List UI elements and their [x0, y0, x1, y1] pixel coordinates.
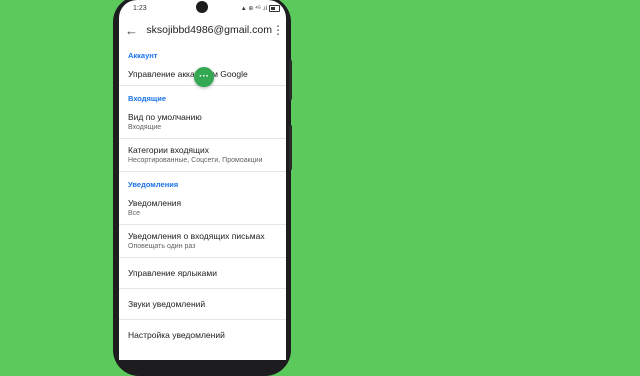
setting-manage-labels[interactable]: Управление ярлыками — [119, 258, 286, 289]
status-bar: 1:23 ▲ ⊕ ⁴ᴳ .ıl — [119, 0, 286, 17]
account-email-title: sksojibbd4986@gmail.com — [146, 24, 272, 36]
app-bar: ← sksojibbd4986@gmail.com ⋮ — [119, 17, 286, 43]
setting-notification-sounds[interactable]: Звуки уведомлений — [119, 289, 286, 320]
status-icons: ▲ ⊕ ⁴ᴳ .ıl — [241, 5, 280, 12]
section-header-account: Аккаунт — [128, 51, 158, 60]
arrow-back-icon[interactable]: ← — [125, 24, 138, 37]
status-time: 1:23 — [133, 5, 147, 12]
section-header-notifications: Уведомления — [128, 180, 179, 189]
setting-title: Управление ярлыками — [128, 268, 217, 278]
setting-subtitle: Входящие — [128, 124, 162, 131]
setting-inbox-notifications[interactable]: Уведомления о входящих письмах Оповещать… — [119, 225, 286, 258]
setting-subtitle: Несортированные, Соцсети, Промоакции — [128, 157, 263, 164]
front-camera — [196, 1, 208, 13]
setting-title: Настройка уведомлений — [128, 330, 225, 340]
dots-overlay-icon[interactable]: ··· — [194, 67, 214, 87]
setting-title: Вид по умолчанию — [128, 112, 202, 122]
setting-notifications[interactable]: Уведомления Все — [119, 192, 286, 225]
setting-subtitle: Все — [128, 210, 141, 217]
volume-button — [289, 60, 292, 100]
power-button — [289, 125, 292, 170]
setting-default-view[interactable]: Вид по умолчанию Входящие — [119, 106, 286, 139]
setting-title: Звуки уведомлений — [128, 299, 206, 309]
setting-inbox-categories[interactable]: Категории входящих Несортированные, Соцс… — [119, 139, 286, 172]
signal-icons: ▲ ⊕ ⁴ᴳ .ıl — [240, 6, 267, 12]
setting-title: Уведомления — [128, 198, 182, 208]
phone-screen: 1:23 ▲ ⊕ ⁴ᴳ .ıl ← sksojibbd4986@gmail.co… — [119, 0, 286, 360]
setting-subtitle: Оповещать один раз — [128, 243, 196, 250]
battery-icon — [269, 5, 280, 12]
setting-title: Уведомления о входящих письмах — [128, 231, 265, 241]
section-header-inbox: Входящие — [128, 94, 167, 103]
setting-notification-settings[interactable]: Настройка уведомлений — [119, 320, 286, 346]
more-vert-icon[interactable]: ⋮ — [272, 23, 284, 37]
setting-title: Категории входящих — [128, 145, 210, 155]
